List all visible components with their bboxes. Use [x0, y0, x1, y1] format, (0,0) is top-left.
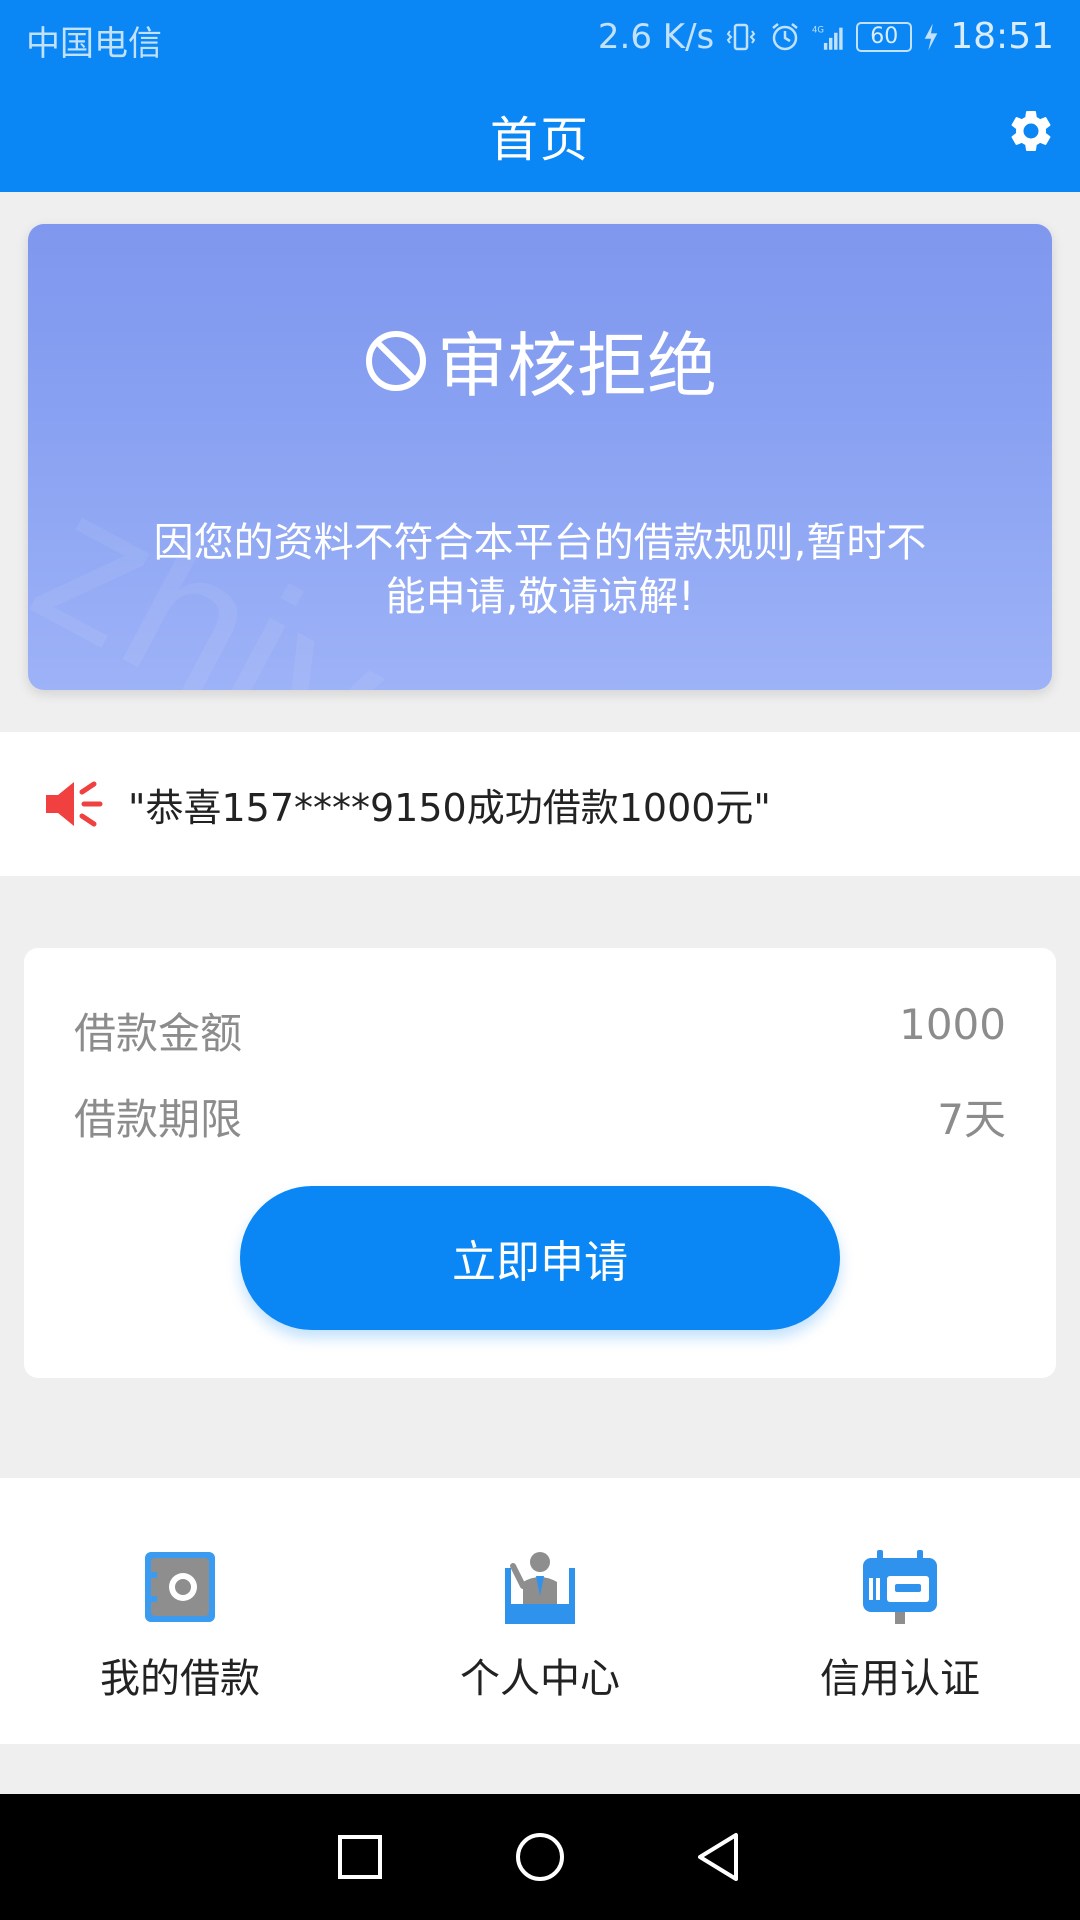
shortcut-menu: 我的借款 个人中心 信用认证 [0, 1478, 1080, 1744]
prohibited-icon [366, 330, 426, 391]
settings-gear-icon[interactable] [1006, 106, 1056, 156]
status-bar: 中国电信 2.6 K/s 4G 60 18:51 [0, 0, 1080, 76]
shortcut-label: 信用认证 [820, 1656, 980, 1702]
carrier-name: 中国电信 [26, 24, 162, 64]
system-navigation-bar [0, 1794, 1080, 1920]
megaphone-icon [46, 781, 103, 827]
person-icon [505, 1552, 575, 1624]
loan-amount-value: 1000 [899, 1000, 1006, 1049]
loan-amount-row: 借款金额 1000 [74, 1000, 1006, 1061]
review-status-text: 审核拒绝 [437, 325, 717, 407]
shortcut-my-loans[interactable]: 我的借款 [0, 1478, 360, 1744]
svg-text:4G: 4G [812, 25, 824, 35]
battery-indicator: 60 [856, 21, 913, 52]
review-status-message: 因您的资料不符合本平台的借款规则,暂时不能申请,敬请谅解! [153, 520, 927, 620]
home-screen: 中国电信 2.6 K/s 4G 60 18:51 首页 审核拒绝 因您的资料不符… [0, 0, 1080, 1920]
loan-term-row: 借款期限 7天 [74, 1086, 1006, 1147]
app-header: 中国电信 2.6 K/s 4G 60 18:51 首页 [0, 0, 1080, 192]
recent-apps-icon[interactable] [332, 1829, 388, 1885]
alarm-icon [772, 22, 799, 50]
network-speed: 2.6 K/s [597, 16, 715, 57]
back-icon[interactable] [692, 1829, 748, 1885]
charging-icon [924, 23, 938, 50]
shortcut-personal-center[interactable]: 个人中心 [360, 1478, 720, 1744]
shortcut-label: 我的借款 [100, 1656, 260, 1702]
review-status-title: 审核拒绝 [28, 310, 1052, 411]
apply-now-button[interactable]: 立即申请 [240, 1186, 840, 1330]
signal-icon: 4G [812, 25, 843, 50]
safe-icon [145, 1552, 215, 1622]
review-status-card: zhiyong 审核拒绝 因您的资料不符合本平台的借款规则,暂时不能申请,敬请谅… [28, 224, 1052, 690]
loan-card: 借款金额 1000 借款期限 7天 立即申请 [24, 948, 1056, 1378]
vibrate-icon [726, 23, 756, 50]
clock: 18:51 [950, 16, 1054, 57]
shortcut-credit-verification[interactable]: 信用认证 [720, 1478, 1080, 1744]
loan-term-label: 借款期限 [74, 1095, 243, 1144]
credit-card-icon [863, 1550, 937, 1624]
page-title: 首页 [489, 112, 590, 168]
loan-amount-label: 借款金额 [74, 1009, 243, 1058]
announcement-bar: "恭喜157****9150成功借款1000元" [0, 732, 1080, 876]
shortcut-label: 个人中心 [460, 1656, 620, 1702]
announcement-text: "恭喜157****9150成功借款1000元" [128, 785, 771, 830]
status-icons: 2.6 K/s 4G 60 18:51 [598, 16, 1054, 57]
home-icon[interactable] [512, 1829, 568, 1885]
loan-term-value: 7天 [937, 1095, 1006, 1144]
